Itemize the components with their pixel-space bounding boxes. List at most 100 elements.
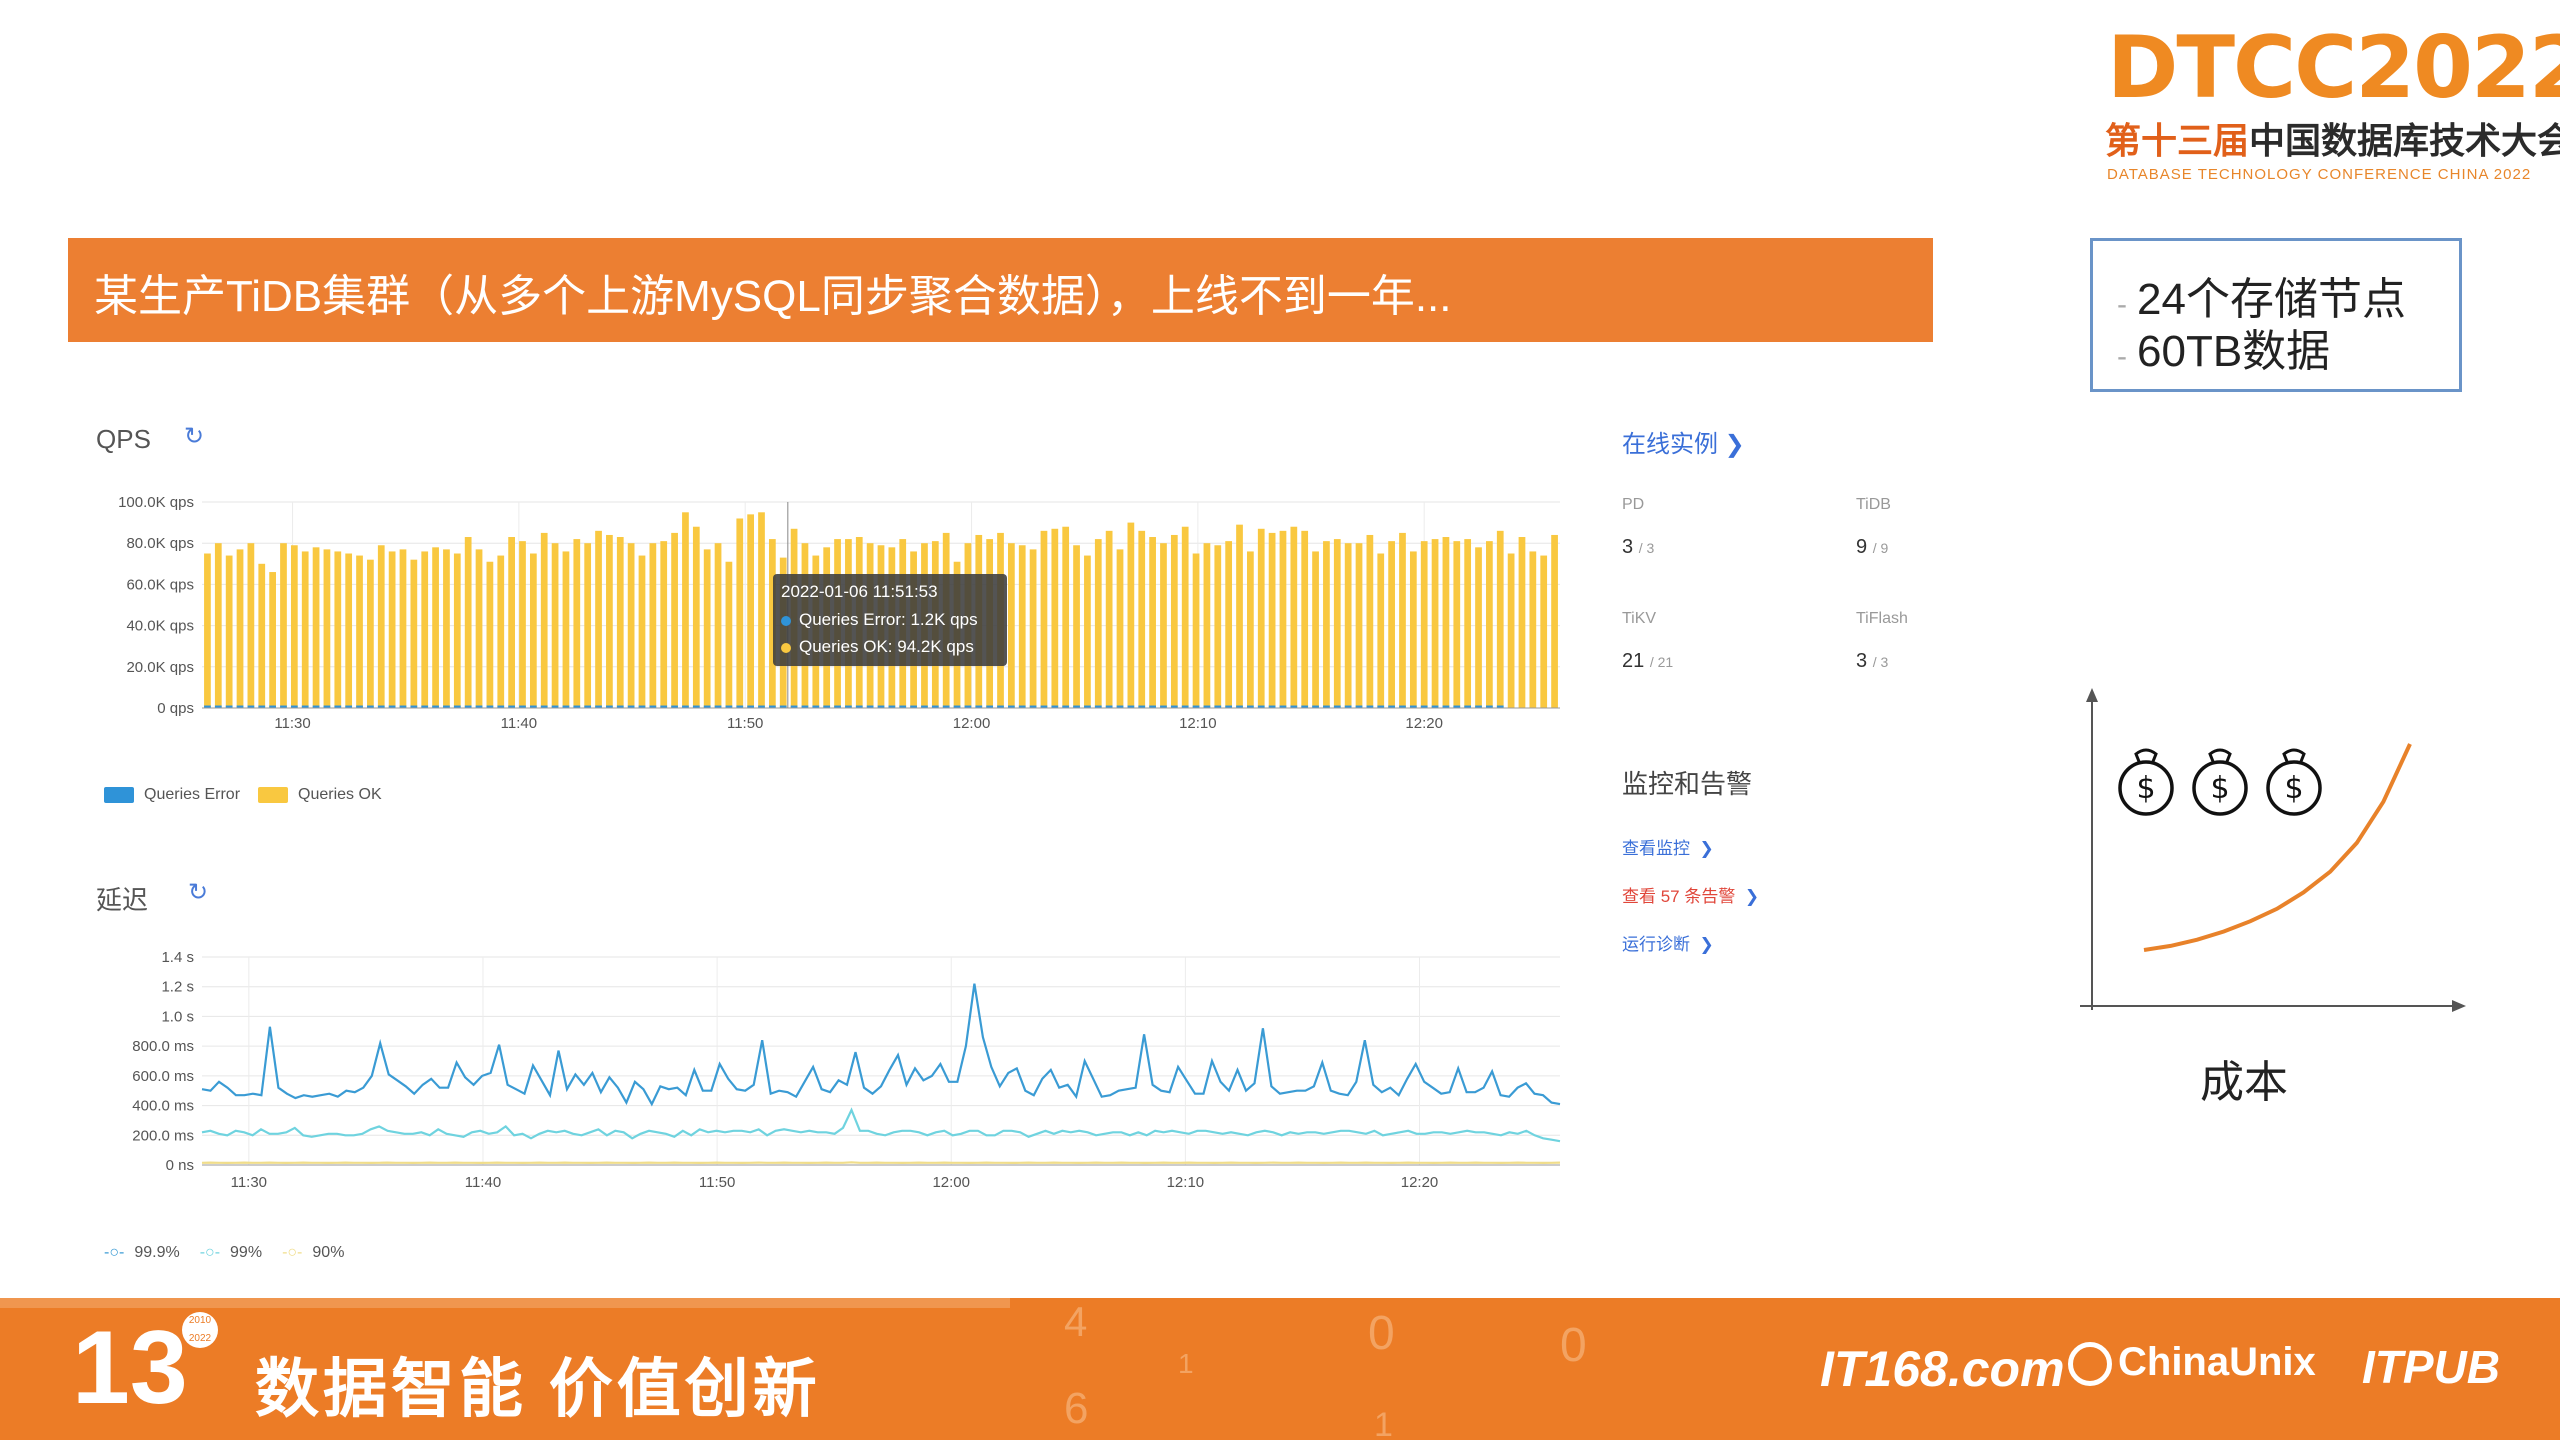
qps-bar-ok [1312,551,1319,708]
legend-marker-99: -○- [199,1244,221,1261]
qps-bar-ok [258,563,266,708]
online-instances-link[interactable]: 在线实例 ❯ [1622,424,1745,459]
ok-dot [781,642,791,653]
qps-bar-ok [421,551,429,708]
x-tick-label: 11:50 [699,1174,735,1191]
qps-bar-ok [464,537,472,708]
qps-bar-ok [1486,541,1493,708]
qps-bar-ok [540,532,548,708]
legend-ok[interactable]: Queries OK [298,786,382,804]
decor-digit: 0 [1560,1319,1587,1372]
view-monitoring-link[interactable]: 查看监控 ❯ [1622,834,1714,859]
cost-label: 成本 [2200,1058,2288,1107]
qps-bar-ok [1247,551,1254,708]
qps-bar-ok [1279,530,1287,708]
refresh-icon[interactable]: ↻ [184,422,204,451]
footer-bar: 13 2010 2022 数据智能 价值创新 4 0 1 0 6 1 IT168.… [0,1298,2560,1444]
qps-bar-ok [1453,541,1461,708]
legend-error[interactable]: Queries Error [144,786,240,804]
qps-bar-ok [1409,551,1417,708]
x-tick-label: 11:40 [465,1174,501,1191]
qps-bar-ok [1290,526,1298,708]
qps-bar-ok [1323,541,1330,708]
chevron-right-icon: ❯ [1699,839,1714,858]
qps-bar-ok [1540,555,1548,708]
x-tick-label: 11:40 [501,715,537,732]
stat-label-tikv: TiKV [1622,610,1657,627]
qps-bar-ok [1333,539,1341,708]
qps-bar-ok [312,547,320,708]
qps-bar-ok [1225,541,1233,708]
qps-bar-ok [1181,526,1189,708]
y-tick-label: 60.0K qps [126,576,194,593]
qps-bar-ok [432,547,439,708]
qps-bar-ok [1344,543,1352,708]
legend-90[interactable]: 90% [312,1244,344,1262]
qps-bar-ok [1192,553,1200,708]
qps-bar-ok [551,543,559,708]
latency-line-99 [201,1107,1561,1143]
qps-bar-ok [214,543,222,708]
latency-axis: 1.4 s 1.2 s 1.0 s 800.0 ms 600.0 ms 400.0 ms 2… [132,949,1560,1191]
run-diagnosis-link[interactable]: 运行诊断 ❯ [1622,930,1714,955]
banner-title: 某生产TiDB集群（从多个上游MySQL同步聚合数据），上线不到一年... [94,272,1452,321]
qps-bar-ok [1160,543,1167,708]
footer-badge: 2010 2022 [182,1312,218,1348]
qps-bar-ok [1084,555,1091,708]
qps-bar-ok [1105,530,1113,708]
qps-bar-ok [301,551,309,708]
itpub-logo: ITPUB [2362,1341,2500,1393]
qps-bar-ok [388,551,396,708]
qps-bar-ok [1236,524,1243,708]
decor-digit: 1 [1178,1348,1194,1379]
money-bag-icon: $ [2266,748,2322,816]
qps-bar-ok [692,526,700,708]
qps-bar-ok [1420,541,1428,708]
qps-bar-ok [725,561,733,708]
qps-bar-ok [334,551,342,708]
monitor-title: 监控和告警 [1622,769,1753,799]
qps-bar-ok [280,543,287,708]
refresh-icon[interactable]: ↻ [188,878,208,907]
qps-bar-ok [1170,534,1178,708]
qps-bar-ok [714,543,722,708]
logo-subtitle: 第十三届中国数据库技术大会 [2105,120,2560,161]
qps-bar-ok [1203,543,1211,708]
x-tick-label: 11:50 [727,715,763,732]
decor-digit: 4 [1064,1298,1088,1345]
decor-digit: 6 [1064,1384,1089,1433]
legend-99[interactable]: 99% [230,1244,262,1262]
svg-text:$: $ [2136,771,2155,806]
chevron-right-icon: ❯ [1699,935,1714,954]
title-banner: 某生产TiDB集群（从多个上游MySQL同步聚合数据），上线不到一年... [68,238,1933,342]
y-tick-label: 600.0 ms [132,1068,194,1085]
stat-value-pd: 3 / 3 [1622,536,1655,558]
y-tick-label: 400.0 ms [132,1098,194,1115]
y-tick-label: 100.0K qps [118,494,194,511]
tooltip-time: 2022-01-06 11:51:53 [781,582,938,601]
error-dot [781,615,791,626]
qps-bar-ok [204,553,211,708]
view-alerts-link[interactable]: 查看 57 条告警 ❯ [1622,882,1759,907]
qps-title: QPS [96,424,151,454]
qps-bar-ok [1507,553,1515,708]
qps-bar-ok [1529,551,1537,708]
qps-bar-ok [377,545,385,708]
latency-chart: 1.4 s 1.2 s 1.0 s 800.0 ms 600.0 ms 400.0 ms 2… [132,949,1561,1191]
svg-text:$: $ [2284,771,2303,806]
legend-999[interactable]: 99.9% [134,1244,179,1262]
qps-bar-ok [736,518,744,708]
x-tick-label: 11:30 [274,715,310,732]
stat-value-tiflash: 3 / 3 [1856,650,1889,672]
legend-swatch-ok [258,787,289,803]
qps-bar-ok [562,551,570,708]
qps-bar-ok [345,553,353,708]
y-tick-label: 80.0K qps [126,535,194,552]
qps-bar-ok [1138,530,1146,708]
logo-title: DTCC2022 [2107,18,2560,118]
qps-bar-ok [606,534,613,708]
x-axis-arrow [2452,1000,2466,1012]
qps-bar-ok [671,532,678,708]
qps-tooltip: 2022-01-06 11:51:53 Queries Error: 1.2K … [773,574,1007,666]
chinaunix-logo: ChinaUnix [2068,1340,2316,1387]
